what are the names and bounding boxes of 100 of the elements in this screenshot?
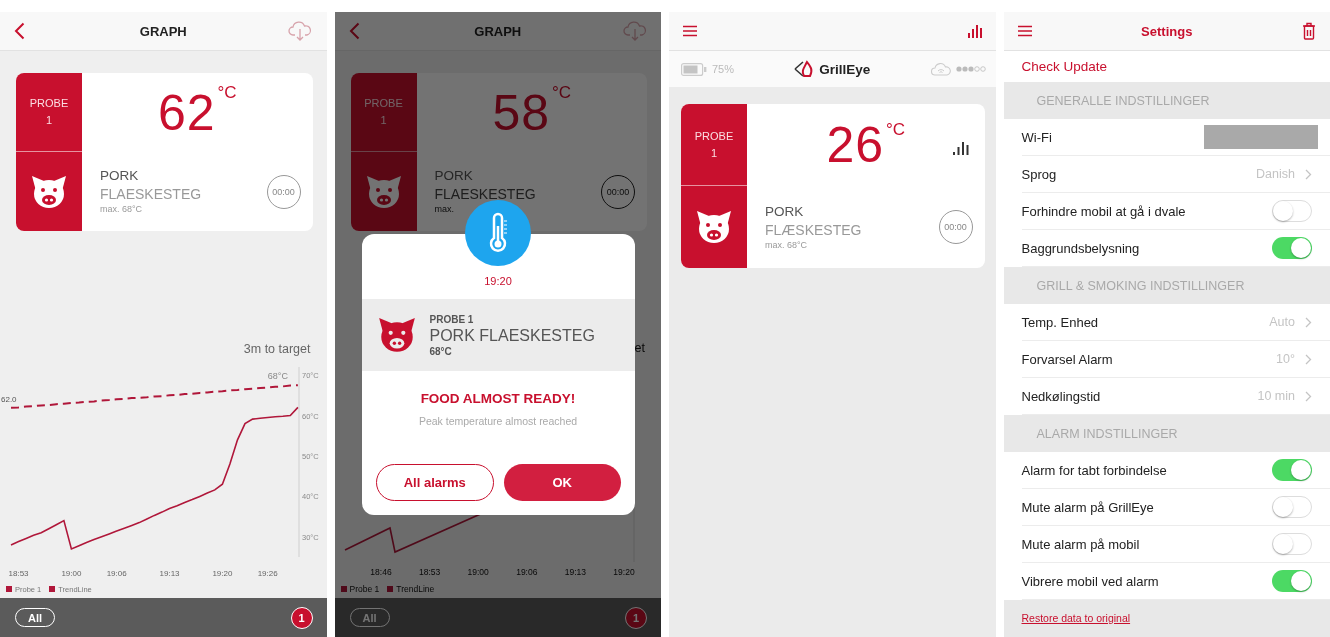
x-tick-label: 18:53 xyxy=(8,569,29,578)
pig-icon xyxy=(29,173,69,210)
alarm-title: FOOD ALMOST READY! xyxy=(420,391,576,406)
timer-button[interactable]: 00:00 xyxy=(938,210,973,244)
section-header: ALARM INDSTILLINGER xyxy=(1003,415,1330,452)
max-temperature: max. 68°C xyxy=(100,203,144,216)
check-update-link[interactable]: Check Update xyxy=(1021,59,1108,74)
meat-cut: FLAESKESTEG xyxy=(100,185,202,203)
x-tick-label: 19:26 xyxy=(257,569,278,578)
chevron-icon xyxy=(1305,353,1312,365)
cloud-download-icon[interactable] xyxy=(288,21,313,41)
toggle-switch[interactable] xyxy=(1272,200,1312,222)
signal-bars-icon xyxy=(952,141,969,155)
setting-label: Nedkølingstid xyxy=(1021,388,1101,404)
legend-label: Probe 1 xyxy=(349,583,380,594)
trash-icon[interactable] xyxy=(1302,22,1316,40)
toggle-switch[interactable] xyxy=(1272,533,1312,555)
probe-label: PROBE 1 xyxy=(363,96,404,128)
back-icon[interactable] xyxy=(348,22,360,40)
menu-icon[interactable] xyxy=(1017,25,1032,37)
signal-dots-icon xyxy=(955,66,986,72)
probe-label: PROBE 1 xyxy=(28,96,70,128)
meat-type: PORK xyxy=(765,202,805,221)
setting-label: Forhindre mobil at gå i dvale xyxy=(1021,203,1186,219)
temperature-unit: °C xyxy=(552,83,572,103)
toggle-switch[interactable] xyxy=(1272,496,1312,518)
menu-icon[interactable] xyxy=(683,25,697,37)
screen-title: GRAPH xyxy=(474,23,522,39)
probe-label: PROBE 1 xyxy=(693,128,735,161)
x-tick-label: 19:20 xyxy=(212,569,233,578)
chevron-icon xyxy=(1305,168,1312,180)
ok-button[interactable]: OK xyxy=(504,464,621,501)
screen-title: Settings xyxy=(1141,23,1193,39)
restore-link[interactable]: Restore data to original xyxy=(1021,612,1131,624)
meat-cut: FLAESKESTEG xyxy=(434,185,536,203)
setting-value: Auto xyxy=(1269,315,1295,329)
setting-value: 10° xyxy=(1276,352,1295,366)
all-alarms-button[interactable]: All alarms xyxy=(375,464,494,501)
x-tick-label: 19:06 xyxy=(106,569,127,578)
x-tick-label: 19:13 xyxy=(564,567,586,577)
alarm-count-badge[interactable]: 1 xyxy=(290,606,313,629)
time-to-target: 3m to target xyxy=(243,342,311,356)
trend-start-label: 62.0 xyxy=(1,394,17,404)
setting-label: Forvarsel Alarm xyxy=(1021,351,1113,367)
x-tick-label: 19:00 xyxy=(61,569,82,578)
timer-button[interactable]: 00:00 xyxy=(266,174,301,209)
back-icon[interactable] xyxy=(14,22,25,40)
max-temperature: max. 68°C xyxy=(765,238,809,252)
setting-label: Mute alarm på mobil xyxy=(1021,536,1140,552)
temperature-unit: °C xyxy=(886,120,906,140)
setting-label: Wi-Fi xyxy=(1021,129,1052,145)
x-tick-label: 19:20 xyxy=(612,567,635,577)
cloud-download-icon[interactable] xyxy=(623,21,647,41)
x-tick-label: 19:00 xyxy=(467,567,489,577)
x-tick-label: 19:13 xyxy=(159,569,180,578)
setting-label: Vibrere mobil ved alarm xyxy=(1021,573,1159,589)
setting-label: Sprog xyxy=(1021,166,1057,182)
max-temperature: max. xyxy=(434,203,455,216)
meat-type: PORK xyxy=(434,167,474,185)
timer-button[interactable]: 00:00 xyxy=(601,174,635,209)
meat-type: PORK xyxy=(100,167,140,185)
screen-title: GRAPH xyxy=(139,23,187,39)
battery-percent: 75% xyxy=(712,63,735,75)
setting-label: Baggrundsbelysning xyxy=(1021,240,1140,256)
setting-label: Mute alarm på GrillEye xyxy=(1021,499,1154,515)
setting-label: Temp. Enhed xyxy=(1021,314,1099,330)
food-name: PORK FLAESKESTEG xyxy=(429,325,595,346)
chevron-icon xyxy=(1305,390,1312,402)
temperature-reading: 58 xyxy=(492,87,550,138)
meat-cut: FLÆSKESTEG xyxy=(765,220,862,239)
x-tick-label: 19:06 xyxy=(515,567,537,577)
battery-icon xyxy=(681,62,707,76)
setting-label: Alarm for tabt forbindelse xyxy=(1021,462,1167,478)
pig-icon xyxy=(694,209,734,245)
setting-value: Danish xyxy=(1256,167,1295,181)
target-temperature: 68°C xyxy=(429,345,453,357)
bar-chart-icon[interactable] xyxy=(967,24,982,38)
x-tick-label: 18:46 xyxy=(369,567,392,577)
alarm-time: 19:20 xyxy=(484,275,512,287)
toggle-switch[interactable] xyxy=(1272,459,1312,481)
temperature-reading: 62 xyxy=(157,87,216,138)
x-tick-label: 18:53 xyxy=(418,567,440,577)
wifi-cloud-icon xyxy=(930,62,951,76)
section-header: GRILL & SMOKING INDSTILLINGER xyxy=(1003,267,1330,304)
toggle-switch[interactable] xyxy=(1272,570,1312,592)
legend-swatch xyxy=(340,585,347,592)
chevron-icon xyxy=(1305,316,1312,328)
toggle-switch[interactable] xyxy=(1272,237,1312,259)
section-header: GENERALLE INDSTILLINGER xyxy=(1003,82,1330,119)
legend-swatch xyxy=(387,585,394,592)
temperature-reading: 26 xyxy=(826,120,884,170)
alarm-message: Peak temperature almost reached xyxy=(418,415,578,427)
time-to-target: et xyxy=(634,341,645,355)
legend-label: TrendLine xyxy=(396,583,435,594)
app-logo: GrillEye xyxy=(819,61,871,77)
probe-label: PROBE 1 xyxy=(429,313,475,325)
temperature-unit: °C xyxy=(217,83,237,103)
alarm-count-badge[interactable]: 1 xyxy=(625,606,647,629)
setting-value: 10 min xyxy=(1257,389,1295,403)
target-temperature-label: 68°C xyxy=(267,371,288,382)
